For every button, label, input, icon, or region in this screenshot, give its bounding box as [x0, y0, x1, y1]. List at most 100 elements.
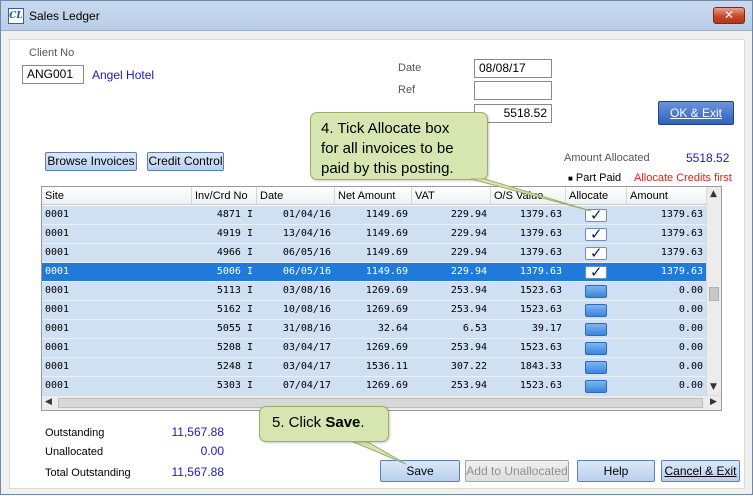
table-row[interactable]: 0001 5006 I 06/05/16 1149.69 229.94 1379.63 13… [42, 263, 707, 282]
date-label: Date [398, 62, 422, 74]
part-paid-legend: ■ Part Paid [568, 172, 621, 184]
unallocated-value: 0.00 [200, 444, 224, 458]
step5-callout: 5. Click Save. [259, 406, 389, 442]
outstanding-value: 11,567.88 [171, 425, 225, 439]
help-button[interactable]: Help [577, 460, 655, 482]
column-header-amount[interactable]: Amount [627, 187, 707, 205]
cell-os-value: 39.17 [531, 323, 562, 334]
column-header-inv[interactable]: Inv/Crd No [192, 187, 257, 205]
cell-site: 0001 [45, 266, 70, 277]
cell-net-amount: 1269.69 [365, 304, 408, 315]
browse-invoices-button[interactable]: Browse Invoices [45, 152, 137, 171]
cell-os-value: 1523.63 [519, 285, 562, 296]
cell-inv-no: 4871 I [216, 209, 253, 220]
cell-vat: 229.94 [450, 266, 487, 277]
app-logo-icon: CL [8, 8, 24, 24]
table-row[interactable]: 0001 5208 I 03/04/17 1269.69 253.94 1523.63 0.… [42, 339, 707, 358]
column-header-date[interactable]: Date [257, 187, 335, 205]
cell-net-amount: 1149.69 [365, 209, 408, 220]
credit-control-button[interactable]: Credit Control [147, 152, 224, 171]
allocate-checkbox[interactable] [585, 263, 607, 281]
ok-exit-label: OK & Exit [669, 106, 722, 120]
save-button[interactable]: Save [380, 460, 460, 482]
column-header-site[interactable]: Site [42, 187, 192, 205]
column-header-vat[interactable]: VAT [412, 187, 491, 205]
table-row[interactable]: 0001 4966 I 06/05/16 1149.69 229.94 1379.63 13… [42, 244, 707, 263]
cell-os-value: 1379.63 [519, 247, 562, 258]
cell-vat: 253.94 [450, 380, 487, 391]
table-row[interactable]: 0001 5303 I 07/04/17 1269.69 253.94 1523.63 0.… [42, 377, 707, 396]
client-no-input[interactable]: ANG001 [22, 65, 84, 84]
column-header-os[interactable]: O/S Value [491, 187, 566, 205]
table-row[interactable]: 0001 5113 I 03/08/16 1269.69 253.94 1523.63 0.… [42, 282, 707, 301]
cell-inv-no: 4919 I [216, 228, 253, 239]
cell-amount: 0.00 [678, 342, 703, 353]
column-header-allocate[interactable]: Allocate [566, 187, 627, 205]
amount-allocated-label: Amount Allocated [564, 152, 650, 164]
cell-site: 0001 [45, 304, 70, 315]
date-input[interactable]: 08/08/17 [474, 59, 552, 78]
cell-date: 06/05/16 [282, 247, 331, 258]
close-button[interactable]: ✕ [713, 7, 745, 24]
allocate-checkbox[interactable] [585, 244, 607, 262]
total-outstanding-value: 11,567.88 [171, 465, 225, 479]
scroll-left-icon[interactable]: ◀ [45, 397, 52, 407]
unallocated-label: Unallocated [45, 446, 104, 458]
allocate-checkbox[interactable] [585, 323, 607, 336]
cell-amount: 1379.63 [660, 228, 703, 239]
table-row[interactable]: 0001 5248 I 03/04/17 1536.11 307.22 1843.33 0.… [42, 358, 707, 377]
allocate-checkbox[interactable] [585, 361, 607, 374]
cell-date: 06/05/16 [282, 266, 331, 277]
scroll-up-icon[interactable]: ▲ [710, 189, 717, 199]
cell-inv-no: 5162 I [216, 304, 253, 315]
cell-net-amount: 1269.69 [365, 380, 408, 391]
cell-date: 03/08/16 [282, 285, 331, 296]
cell-amount: 0.00 [678, 361, 703, 372]
allocate-checkbox[interactable] [585, 285, 607, 298]
cell-date: 03/04/17 [282, 342, 331, 353]
vertical-scrollbar[interactable]: ▲ ▼ [706, 187, 721, 396]
ref-input[interactable] [474, 81, 552, 100]
amount-allocated-value: 5518.52 [686, 151, 730, 165]
bullet-icon: ■ [568, 174, 573, 183]
table-row[interactable]: 0001 4871 I 01/04/16 1149.69 229.94 1379.63 13… [42, 206, 707, 225]
cell-site: 0001 [45, 361, 70, 372]
cell-vat: 253.94 [450, 304, 487, 315]
column-header-net[interactable]: Net Amount [335, 187, 412, 205]
allocate-checkbox[interactable] [585, 342, 607, 355]
cell-os-value: 1523.63 [519, 380, 562, 391]
step4-line2: for all invoices to be [321, 140, 454, 157]
table-row[interactable]: 0001 4919 I 13/04/16 1149.69 229.94 1379.63 13… [42, 225, 707, 244]
cell-date: 07/04/17 [282, 380, 331, 391]
allocate-checkbox[interactable] [585, 304, 607, 317]
cell-net-amount: 1149.69 [365, 247, 408, 258]
allocate-credits-first-note: Allocate Credits first [634, 172, 732, 184]
cell-site: 0001 [45, 323, 70, 334]
cell-amount: 0.00 [678, 304, 703, 315]
allocate-checkbox[interactable] [585, 225, 607, 243]
scroll-down-icon[interactable]: ▼ [710, 382, 717, 392]
cancel-exit-button[interactable]: Cancel & Exit [661, 460, 740, 482]
cell-site: 0001 [45, 228, 70, 239]
cell-os-value: 1843.33 [519, 361, 562, 372]
cell-vat: 253.94 [450, 285, 487, 296]
total-outstanding-label: Total Outstanding [45, 467, 131, 479]
cell-amount: 1379.63 [660, 209, 703, 220]
vertical-scroll-thumb[interactable] [709, 287, 719, 301]
client-name: Angel Hotel [92, 68, 155, 82]
step5-prefix: 5. Click [272, 414, 326, 431]
add-to-unallocated-button[interactable]: Add to Unallocated [465, 460, 569, 482]
window-title: Sales Ledger [29, 9, 100, 23]
sales-ledger-window: CL Sales Ledger ✕ Client No ANG001 Angel… [0, 0, 753, 495]
table-row[interactable]: 0001 5162 I 10/08/16 1269.69 253.94 1523.63 0.… [42, 301, 707, 320]
cell-amount: 1379.63 [660, 247, 703, 258]
scroll-right-icon[interactable]: ▶ [710, 397, 717, 407]
client-no-label: Client No [29, 47, 75, 59]
cell-amount: 0.00 [678, 323, 703, 334]
ok-exit-button[interactable]: OK & Exit [658, 101, 734, 125]
cell-site: 0001 [45, 285, 70, 296]
allocate-checkbox[interactable] [585, 206, 607, 224]
table-row[interactable]: 0001 5055 I 31/08/16 32.64 6.53 39.17 0.00 [42, 320, 707, 339]
cell-amount: 1379.63 [660, 266, 703, 277]
allocate-checkbox[interactable] [585, 380, 607, 393]
